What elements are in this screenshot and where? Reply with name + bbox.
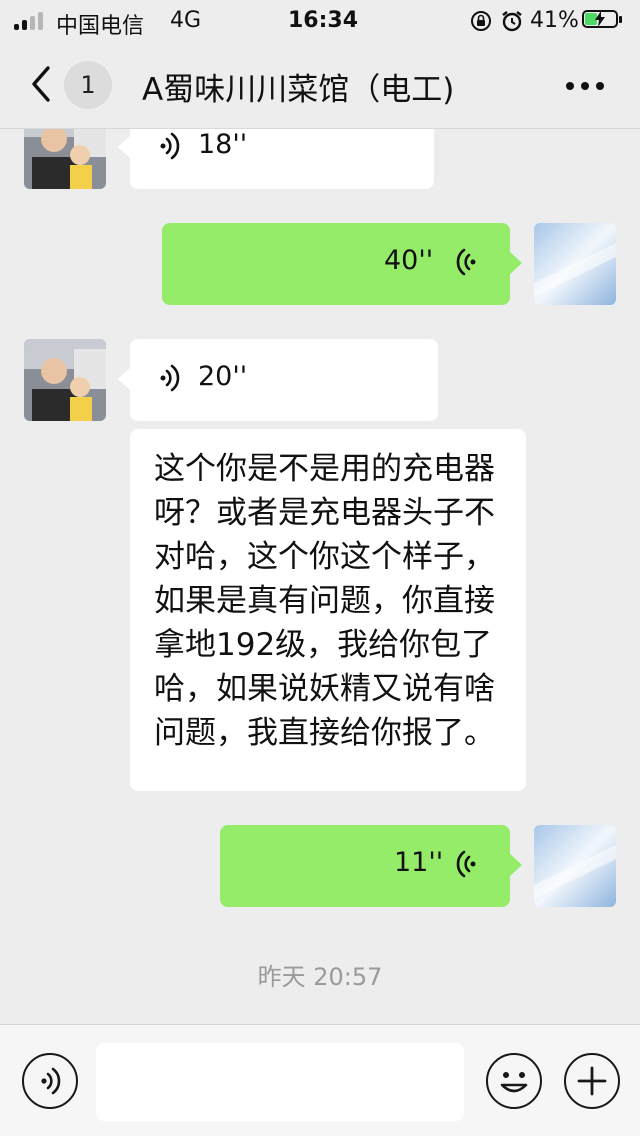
alarm-icon	[502, 11, 522, 32]
voice-duration: 20''	[198, 361, 248, 392]
nav-bar: 1 A蜀味川川菜馆（电工)	[0, 40, 640, 129]
voice-message-bubble[interactable]: 18''	[118, 129, 434, 189]
voice-wave-icon	[160, 364, 180, 392]
message-list: 18'' 40'' 20'' 这个你是不是用的充电器呀？或者是充电器头子不对哈，…	[0, 129, 640, 1024]
voice-message-bubble[interactable]: 20''	[118, 339, 438, 421]
my-avatar[interactable]	[534, 223, 616, 305]
voice-input-icon[interactable]	[22, 1053, 78, 1109]
status-time: 16:34	[288, 8, 359, 33]
plus-icon[interactable]	[564, 1053, 620, 1109]
voice-message-bubble[interactable]: 11''	[220, 825, 522, 907]
contact-avatar[interactable]	[24, 339, 106, 421]
voice-wave-icon	[456, 850, 476, 878]
chat-screen: 中国电信 4G 16:34 41% 1 A蜀味川川菜馆（电工) 18'' 40'…	[0, 0, 640, 1136]
voice-duration: 40''	[384, 245, 434, 276]
more-dots-icon[interactable]	[560, 70, 610, 100]
input-bar	[0, 1024, 640, 1136]
carrier-label: 中国电信	[56, 14, 145, 39]
voice-duration: 18''	[198, 129, 248, 160]
contact-avatar[interactable]	[24, 129, 106, 189]
voice-message-bubble[interactable]: 40''	[162, 223, 522, 305]
voice-wave-icon	[456, 248, 476, 276]
unread-count-badge[interactable]: 1	[64, 61, 112, 109]
rotation-lock-icon	[471, 11, 491, 31]
message-timestamp: 昨天 20:57	[257, 963, 383, 991]
voice-duration: 11''	[394, 847, 444, 878]
chat-title: A蜀味川川菜馆（电工)	[142, 72, 455, 108]
message-input[interactable]	[96, 1043, 464, 1121]
voice-wave-icon	[160, 132, 180, 160]
text-message-bubble[interactable]: 这个你是不是用的充电器呀？或者是充电器头子不对哈，这个你这个样子，如果是真有问题…	[130, 429, 526, 791]
message-text: 这个你是不是用的充电器呀？或者是充电器头子不对哈，这个你这个样子，如果是真有问题…	[154, 451, 495, 751]
signal-icon	[14, 12, 48, 30]
battery-charging-icon	[582, 10, 624, 30]
battery-percent: 41%	[530, 8, 579, 33]
chevron-left-icon[interactable]	[26, 64, 58, 104]
my-avatar[interactable]	[534, 825, 616, 907]
emoji-icon[interactable]	[486, 1053, 542, 1109]
status-bar: 中国电信 4G 16:34 41%	[0, 0, 640, 40]
network-label: 4G	[170, 8, 202, 33]
